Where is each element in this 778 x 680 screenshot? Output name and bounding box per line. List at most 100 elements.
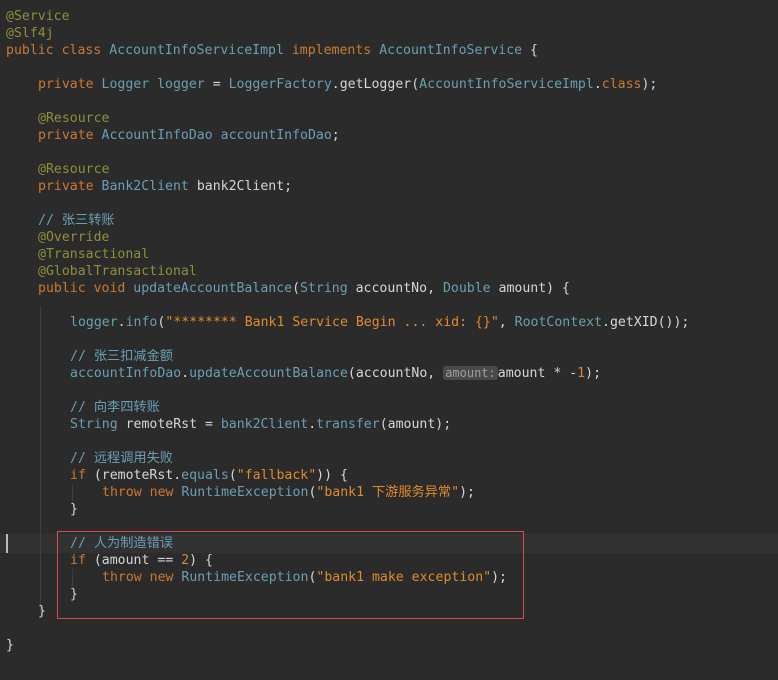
code-line-l16: accountInfoDao.updateAccountBalance(acco… — [70, 365, 601, 382]
code-token: ( — [292, 281, 301, 296]
code-line-l20: if (remoteRst.equals("fallback")) { — [70, 467, 348, 484]
code-token: info — [125, 315, 158, 330]
code-token: updateAccountBalance — [133, 281, 293, 296]
code-token: (amount == — [93, 553, 182, 568]
code-line-l1: @Service — [6, 8, 70, 25]
code-token: @GlobalTransactional — [38, 264, 197, 279]
text-caret — [6, 534, 8, 553]
code-token: = — [212, 77, 229, 92]
code-token: ); — [459, 485, 475, 500]
code-line-l12: @GlobalTransactional — [38, 263, 197, 280]
code-token: 2 — [181, 553, 190, 568]
code-token: } — [38, 604, 46, 619]
code-token: Logger — [101, 77, 158, 92]
code-line-l5: @Resource — [38, 110, 109, 127]
code-token: private — [38, 128, 102, 143]
code-token: logger — [157, 77, 213, 92]
code-token: if — [70, 468, 94, 483]
code-token: // 远程调用失败 — [70, 451, 173, 466]
code-token: @Transactional — [38, 247, 150, 262]
code-token: RootContext — [514, 315, 603, 330]
code-token: (accountNo, — [347, 366, 444, 381]
code-token: remoteRst = — [125, 417, 221, 432]
code-token: bank2Client — [220, 417, 309, 432]
code-token: AccountInfoDao — [101, 128, 221, 143]
code-token: amount * - — [497, 366, 578, 381]
code-token: public void — [38, 281, 134, 296]
code-token: "******** Bank1 Service Begin ... xid: {… — [165, 315, 499, 330]
code-token: } — [6, 638, 14, 653]
code-line-l27: } — [38, 603, 46, 620]
code-token: ); — [585, 366, 602, 381]
code-line-l13: public void updateAccountBalance(String … — [38, 280, 570, 297]
code-token: throw new — [102, 485, 182, 500]
parameter-hint: amount: — [443, 366, 498, 380]
code-token: Bank2Client — [101, 179, 197, 194]
code-token: .getXID()); — [602, 315, 690, 330]
code-token: class — [601, 77, 642, 92]
code-token: // 张三扣减金额 — [70, 349, 173, 364]
code-line-l7: @Resource — [38, 161, 109, 178]
code-token: .getLogger( — [331, 77, 420, 92]
code-token: ) { — [189, 553, 213, 568]
code-token: if — [70, 553, 94, 568]
code-token: . — [593, 77, 602, 92]
code-token: ( — [228, 468, 237, 483]
code-token: @Service — [6, 9, 70, 24]
code-token: public class — [6, 43, 110, 58]
code-line-l17: // 向李四转账 — [70, 399, 160, 416]
code-token: (remoteRst. — [93, 468, 182, 483]
code-token: . — [117, 315, 126, 330]
code-token: private — [38, 77, 102, 92]
code-token: LoggerFactory — [228, 77, 332, 92]
code-token: "bank1 下游服务异常" — [316, 485, 460, 500]
code-token: ); — [491, 570, 507, 585]
code-token: Double — [442, 281, 499, 296]
code-token: String — [70, 417, 126, 432]
code-line-l2: @Slf4j — [6, 25, 54, 42]
code-line-l15: // 张三扣减金额 — [70, 348, 173, 365]
code-line-l8: private Bank2Client bank2Client; — [38, 178, 292, 195]
code-token: accountInfoDao — [220, 128, 332, 143]
code-token: } — [70, 587, 78, 602]
code-line-l4: private Logger logger = LoggerFactory.ge… — [38, 76, 657, 93]
code-token: RuntimeException — [181, 485, 309, 500]
code-token: transfer — [316, 417, 380, 432]
code-line-l26: } — [70, 586, 78, 603]
code-line-l22: } — [70, 501, 78, 518]
code-token: AccountInfoServiceImpl — [419, 77, 594, 92]
code-token: @Resource — [38, 111, 110, 126]
code-token: "bank1 make exception" — [316, 570, 492, 585]
code-token: , — [498, 315, 515, 330]
code-token: equals — [181, 468, 229, 483]
code-token: bank2Client; — [196, 179, 293, 194]
code-token: AccountInfoServiceImpl — [109, 43, 292, 58]
code-token: throw new — [102, 570, 182, 585]
code-token: updateAccountBalance — [189, 366, 348, 381]
code-line-l3: public class AccountInfoServiceImpl impl… — [6, 42, 538, 59]
code-line-l24: if (amount == 2) { — [70, 552, 213, 569]
code-line-l14: logger.info("******** Bank1 Service Begi… — [70, 314, 689, 331]
code-token: . — [181, 366, 190, 381]
code-token: ); — [641, 77, 658, 92]
code-editor[interactable]: @Service @Slf4j public class AccountInfoSe… — [0, 0, 778, 680]
code-token: @Resource — [38, 162, 110, 177]
code-token: private — [38, 179, 102, 194]
code-token: // 向李四转账 — [70, 400, 160, 415]
code-line-l25: throw new RuntimeException("bank1 make e… — [102, 569, 507, 586]
code-token: @Slf4j — [6, 26, 54, 41]
code-line-l19: // 远程调用失败 — [70, 450, 173, 467]
code-token: 1 — [577, 366, 586, 381]
code-token: logger — [70, 315, 118, 330]
code-token: "fallback" — [236, 468, 317, 483]
code-line-l28: } — [6, 637, 14, 654]
code-token: RuntimeException — [181, 570, 309, 585]
code-line-l23: // 人为制造错误 — [70, 535, 173, 552]
code-token: )) { — [316, 468, 348, 483]
code-token: implements — [291, 43, 380, 58]
code-token: accountNo, — [355, 281, 443, 296]
code-token: . — [308, 417, 317, 432]
code-line-l9: // 张三转账 — [38, 212, 115, 229]
code-line-l6: private AccountInfoDao accountInfoDao; — [38, 127, 340, 144]
code-token: ; — [331, 128, 340, 143]
